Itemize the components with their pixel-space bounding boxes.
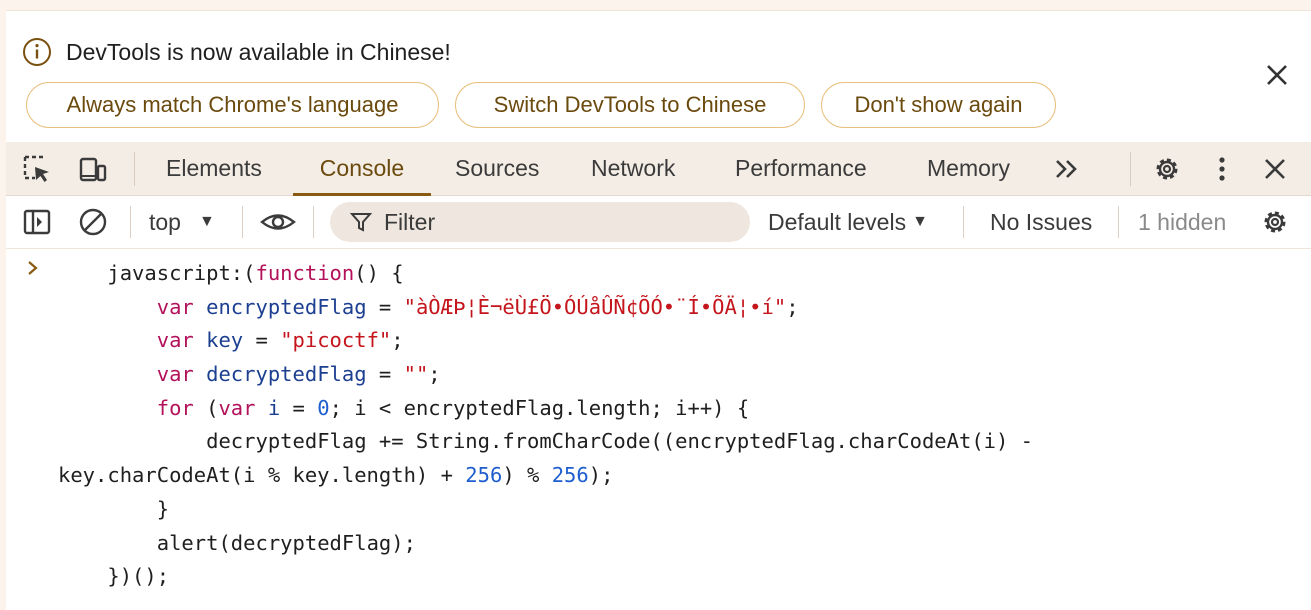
log-levels-label: Default levels	[768, 208, 907, 235]
code-token: javascript:(	[107, 261, 256, 285]
code-variable: encryptedFlag	[206, 294, 367, 319]
devtools-tabbar: Elements Console Sources Network Perform…	[6, 142, 1311, 196]
tab-sources[interactable]: Sources	[455, 142, 539, 195]
filter-icon	[350, 213, 372, 232]
code-line: }	[58, 493, 1033, 527]
eye-icon[interactable]	[260, 207, 296, 237]
filter-placeholder: Filter	[384, 208, 436, 235]
code-string: "àÒÆÞ¦È¬ëÙ£Ö•ÓÚåÛÑ¢ÕÓ•¨Í•ÕÄ¦•í"	[403, 294, 787, 319]
code-token: ) %	[502, 463, 552, 488]
console-settings-gear-icon[interactable]	[1260, 207, 1290, 237]
switch-to-chinese-button[interactable]: Switch DevTools to Chinese	[455, 82, 805, 128]
sidebar-toggle-icon[interactable]	[22, 207, 52, 237]
code-keyword: for	[156, 395, 194, 420]
tab-console-label: Console	[319, 155, 405, 181]
code-variable: decryptedFlag	[206, 362, 367, 387]
infobar-message: DevTools is now available in Chinese!	[66, 38, 451, 65]
toolbar-divider	[242, 206, 243, 238]
dropdown-caret-icon: ▼	[912, 213, 928, 230]
code-line: var key = "picoctf";	[58, 324, 1033, 358]
code-keyword: var	[156, 328, 194, 353]
code-token: ;	[428, 362, 441, 387]
code-line: var encryptedFlag = "àÒÆÞ¦È¬ëÙ£Ö•ÓÚåÛÑ¢Õ…	[58, 291, 1033, 325]
code-keyword: var	[156, 362, 194, 387]
code-keyword: function	[255, 261, 355, 285]
code-string: ""	[403, 362, 429, 387]
code-token: })();	[107, 564, 170, 589]
code-token: key.charCodeAt(i % key.length) +	[58, 463, 466, 488]
code-line: decryptedFlag += String.fromCharCode((en…	[58, 425, 1033, 459]
code-token: ;	[391, 328, 404, 353]
code-line: })();	[58, 560, 1033, 594]
language-infobar: DevTools is now available in Chinese! Al…	[6, 11, 1311, 142]
inspect-element-icon[interactable]	[22, 154, 52, 184]
close-icon[interactable]	[1263, 61, 1291, 89]
code-line: key.charCodeAt(i % key.length) + 256) % …	[58, 459, 1033, 493]
console-toolbar: top ▼ Filter Default levels ▼ No Issues …	[6, 196, 1311, 249]
code-token: }	[156, 496, 170, 521]
code-token: =	[243, 328, 281, 353]
code-token: =	[280, 395, 318, 420]
code-variable: key	[206, 328, 244, 353]
infobar-message-row: DevTools is now available in Chinese!	[22, 37, 451, 67]
code-token: decryptedFlag += String.fromCharCode((en…	[206, 429, 1034, 454]
code-line: var decryptedFlag = "";	[58, 358, 1033, 392]
toolbar-divider	[130, 206, 131, 238]
tabbar-divider	[1130, 152, 1131, 186]
code-keyword: var	[156, 294, 194, 319]
code-token: () {	[354, 261, 404, 285]
info-icon	[23, 38, 51, 66]
context-selector[interactable]: top ▼	[149, 196, 215, 248]
code-token: =	[366, 362, 404, 387]
log-levels-dropdown[interactable]: Default levels ▼	[768, 196, 928, 248]
toolbar-divider	[313, 206, 314, 238]
toolbar-divider	[963, 206, 964, 238]
device-toolbar-icon[interactable]	[77, 154, 107, 184]
code-token: ; i < encryptedFlag.length; i++) {	[329, 395, 750, 420]
code-keyword: var	[218, 395, 256, 420]
top-strip	[0, 0, 1311, 11]
code-number: 256	[465, 463, 503, 488]
settings-gear-icon[interactable]	[1152, 154, 1182, 184]
filter-input[interactable]: Filter	[330, 202, 750, 242]
console-input-code[interactable]: javascript:(function() { var encryptedFl…	[58, 257, 1033, 594]
console-output[interactable]: javascript:(function() { var encryptedFl…	[6, 249, 1311, 610]
close-devtools-icon[interactable]	[1260, 154, 1290, 184]
code-token: =	[366, 294, 404, 319]
dropdown-caret-icon: ▼	[198, 213, 215, 230]
tab-elements[interactable]: Elements	[166, 142, 262, 195]
code-line: for (var i = 0; i < encryptedFlag.length…	[58, 392, 1033, 426]
dont-show-again-button[interactable]: Don't show again	[821, 82, 1056, 128]
tabbar-divider	[134, 152, 135, 186]
code-line: alert(decryptedFlag);	[58, 527, 1033, 561]
tab-memory[interactable]: Memory	[927, 142, 1010, 195]
code-token: alert(decryptedFlag);	[156, 530, 416, 555]
always-match-language-button[interactable]: Always match Chrome's language	[26, 82, 439, 128]
code-token: );	[588, 463, 614, 488]
kebab-menu-icon[interactable]	[1207, 154, 1237, 184]
context-selector-label: top	[149, 208, 181, 235]
code-string: "picoctf"	[280, 328, 392, 353]
tab-performance[interactable]: Performance	[735, 142, 867, 195]
code-number: 0	[317, 395, 330, 420]
issues-counter[interactable]: No Issues	[990, 196, 1092, 248]
clear-console-icon[interactable]	[78, 207, 108, 237]
code-line: javascript:(function() {	[58, 257, 1033, 291]
code-number: 256	[551, 463, 589, 488]
toolbar-divider	[1118, 206, 1119, 238]
code-variable: i	[267, 395, 281, 420]
code-token: (	[193, 395, 219, 420]
chevron-double-right-icon[interactable]	[1052, 154, 1082, 184]
tab-network[interactable]: Network	[591, 142, 675, 195]
chevron-right-icon	[28, 261, 38, 275]
code-token: ;	[786, 294, 799, 319]
tab-console[interactable]: Console	[293, 142, 431, 196]
hidden-messages-count: 1 hidden	[1138, 208, 1227, 235]
